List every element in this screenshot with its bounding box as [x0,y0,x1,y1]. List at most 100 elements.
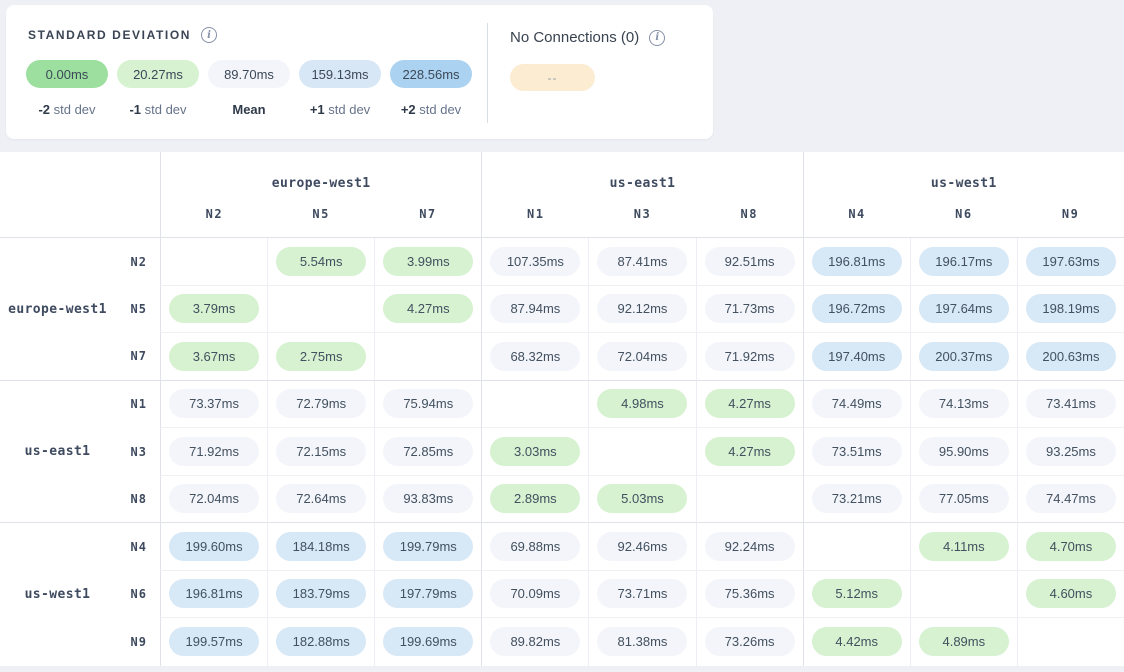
latency-pill[interactable]: 75.94ms [383,389,473,418]
latency-pill[interactable]: 2.89ms [490,484,580,513]
latency-pill[interactable]: 2.75ms [276,342,366,371]
latency-pill[interactable]: 199.60ms [169,532,259,561]
latency-pill[interactable]: 4.42ms [812,627,902,656]
latency-pill[interactable]: 92.12ms [597,294,687,323]
latency-pill[interactable]: 4.11ms [919,532,1009,561]
latency-pill[interactable]: 74.47ms [1026,484,1116,513]
latency-pill[interactable]: 5.12ms [812,579,902,608]
latency-pill[interactable]: 197.79ms [383,579,473,608]
latency-pill[interactable]: 4.98ms [597,389,687,418]
matrix-cell: 75.36ms [696,571,803,619]
latency-pill[interactable]: 184.18ms [276,532,366,561]
latency-pill[interactable]: 72.64ms [276,484,366,513]
matrix-cell: 3.79ms [160,286,267,334]
matrix-cell: 72.04ms [160,476,267,524]
matrix-cell: 72.79ms [267,381,374,429]
latency-pill[interactable]: 81.38ms [597,627,687,656]
latency-pill[interactable]: 72.79ms [276,389,366,418]
latency-pill[interactable]: 198.19ms [1026,294,1116,323]
latency-pill[interactable]: 92.51ms [705,247,795,276]
latency-pill[interactable]: 72.04ms [169,484,259,513]
latency-pill[interactable]: 3.03ms [490,437,580,466]
column-node-row: N2N5N7 [161,207,481,237]
latency-pill[interactable]: 4.27ms [383,294,473,323]
latency-pill[interactable]: 72.15ms [276,437,366,466]
latency-pill[interactable]: 73.26ms [705,627,795,656]
latency-pill[interactable]: 75.36ms [705,579,795,608]
row-header-N9: N9 [0,618,160,666]
latency-pill[interactable]: 199.69ms [383,627,473,656]
latency-pill[interactable]: 4.27ms [705,437,795,466]
matrix-cell: 95.90ms [910,428,1017,476]
matrix-cell: 4.60ms [1017,571,1124,619]
row-header-N2: N2 [0,238,160,286]
latency-pill[interactable]: 74.13ms [919,389,1009,418]
latency-pill[interactable]: 93.25ms [1026,437,1116,466]
matrix-cell: 196.81ms [803,238,910,286]
latency-pill[interactable]: 200.63ms [1026,342,1116,371]
latency-pill[interactable]: 3.99ms [383,247,473,276]
latency-pill[interactable]: 196.81ms [812,247,902,276]
latency-pill[interactable]: 71.73ms [705,294,795,323]
matrix-cell: 72.04ms [588,333,695,381]
latency-pill[interactable]: 92.24ms [705,532,795,561]
latency-pill[interactable]: 5.54ms [276,247,366,276]
latency-pill[interactable]: 196.81ms [169,579,259,608]
latency-pill[interactable]: 87.94ms [490,294,580,323]
latency-pill[interactable]: 3.79ms [169,294,259,323]
latency-pill[interactable]: 183.79ms [276,579,366,608]
latency-pill[interactable]: 199.57ms [169,627,259,656]
column-header-N6: N6 [910,207,1017,237]
latency-pill[interactable]: 87.41ms [597,247,687,276]
latency-pill[interactable]: 200.37ms [919,342,1009,371]
matrix-cell: 72.85ms [374,428,481,476]
latency-pill[interactable]: 72.85ms [383,437,473,466]
legend-label: -1 std dev [117,102,199,117]
latency-pill[interactable]: 4.27ms [705,389,795,418]
latency-pill[interactable]: 77.05ms [919,484,1009,513]
latency-pill[interactable]: 196.72ms [812,294,902,323]
latency-pill[interactable]: 68.32ms [490,342,580,371]
latency-pill[interactable]: 73.51ms [812,437,902,466]
matrix-cell-empty [910,571,1017,619]
latency-pill[interactable]: 197.40ms [812,342,902,371]
info-icon[interactable]: i [201,27,217,43]
latency-pill[interactable]: 4.89ms [919,627,1009,656]
latency-pill[interactable]: 93.83ms [383,484,473,513]
latency-pill[interactable]: 107.35ms [490,247,580,276]
latency-pill[interactable]: 73.41ms [1026,389,1116,418]
latency-pill[interactable]: 70.09ms [490,579,580,608]
latency-pill[interactable]: 182.88ms [276,627,366,656]
latency-pill[interactable]: 197.63ms [1026,247,1116,276]
latency-pill[interactable]: 5.03ms [597,484,687,513]
matrix-cell: 200.37ms [910,333,1017,381]
latency-pill[interactable]: 196.17ms [919,247,1009,276]
matrix-cell-empty [374,333,481,381]
matrix-cell: 199.69ms [374,618,481,666]
latency-pill[interactable]: 199.79ms [383,532,473,561]
latency-pill[interactable]: 69.88ms [490,532,580,561]
latency-pill[interactable]: 73.37ms [169,389,259,418]
row-node-label: N7 [115,349,147,363]
latency-pill[interactable]: 71.92ms [705,342,795,371]
latency-pill[interactable]: 71.92ms [169,437,259,466]
latency-pill[interactable]: 73.21ms [812,484,902,513]
latency-pill[interactable]: 4.70ms [1026,532,1116,561]
latency-pill[interactable]: 4.60ms [1026,579,1116,608]
matrix-cell: 198.19ms [1017,286,1124,334]
latency-pill[interactable]: 197.64ms [919,294,1009,323]
legend-item: 0.00ms -2 std dev [26,60,108,117]
latency-pill[interactable]: 74.49ms [812,389,902,418]
matrix-cell: 71.92ms [696,333,803,381]
row-node-label: N2 [115,255,147,269]
matrix-cell: 71.73ms [696,286,803,334]
matrix-cell-empty [803,523,910,571]
latency-pill[interactable]: 72.04ms [597,342,687,371]
latency-pill[interactable]: 3.67ms [169,342,259,371]
latency-pill[interactable]: 92.46ms [597,532,687,561]
latency-pill[interactable]: 89.82ms [490,627,580,656]
row-header-N6: us-west1N6 [0,571,160,619]
info-icon[interactable]: i [649,30,665,46]
latency-pill[interactable]: 95.90ms [919,437,1009,466]
latency-pill[interactable]: 73.71ms [597,579,687,608]
